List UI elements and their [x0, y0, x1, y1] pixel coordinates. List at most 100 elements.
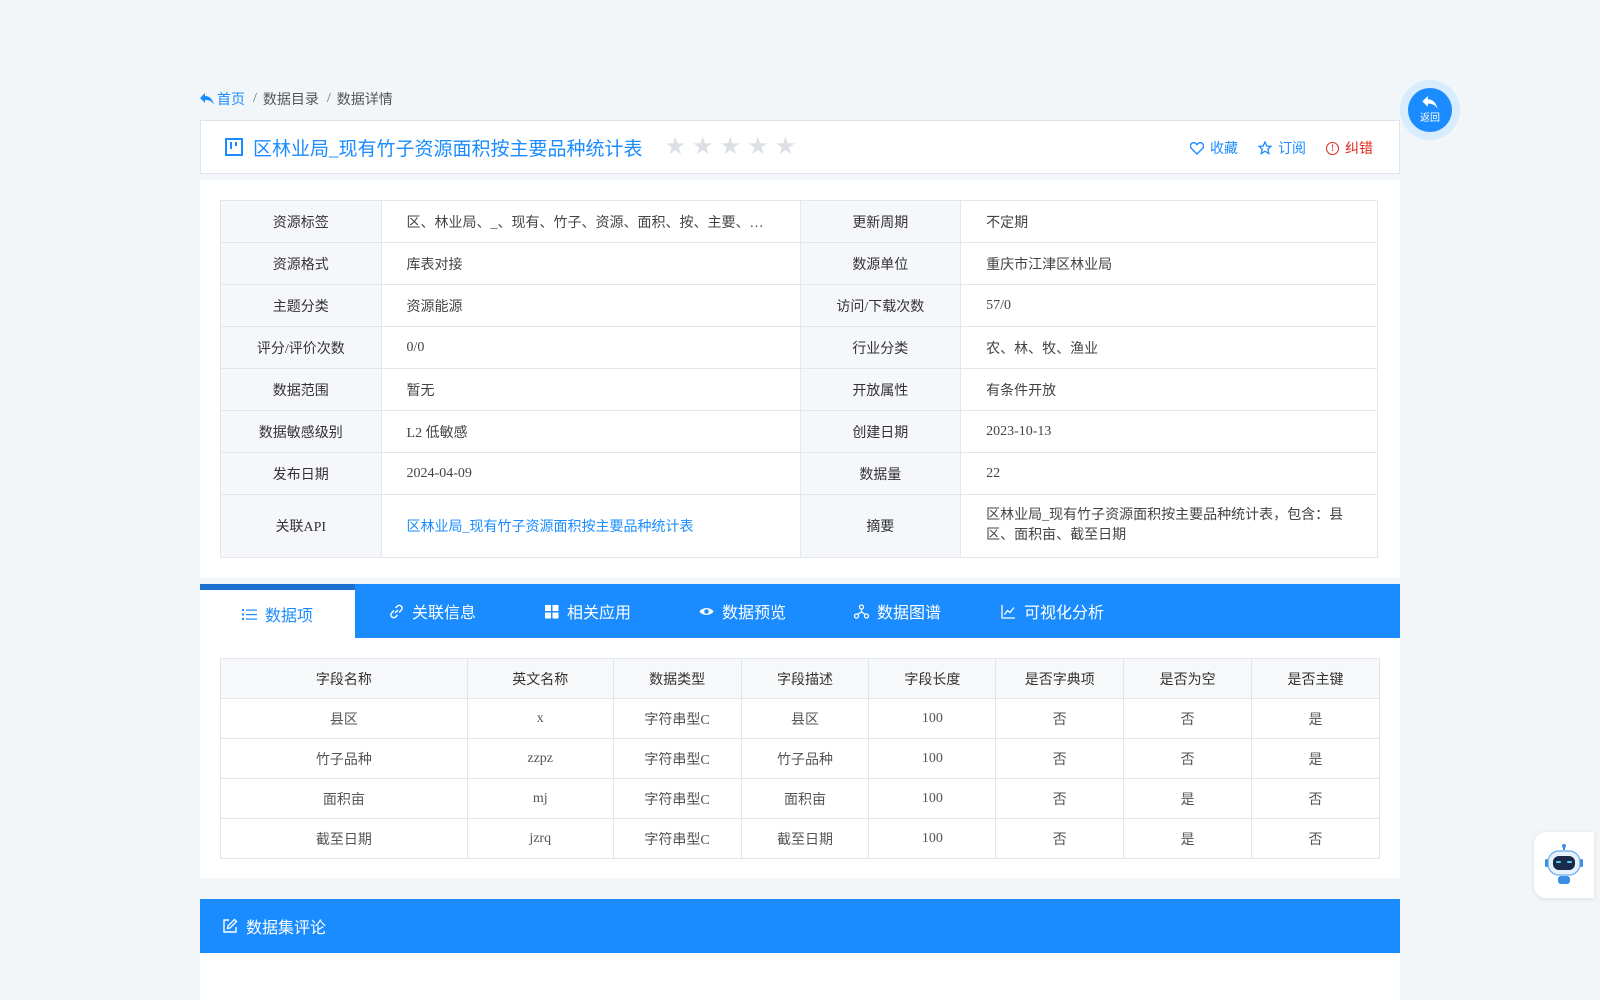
column-header: 是否字典项: [995, 658, 1125, 699]
tab-related-info[interactable]: 关联信息: [355, 584, 510, 638]
assistant-button[interactable]: [1534, 832, 1594, 898]
report-error-button[interactable]: ! 纠错: [1326, 138, 1373, 158]
info-label: 行业分类: [799, 326, 962, 369]
info-value: 不定期: [960, 200, 1378, 243]
table-cell: 否: [1123, 738, 1253, 779]
tab-data-preview[interactable]: 数据预览: [665, 584, 820, 638]
info-row: 资源标签 区、林业局、_、现有、竹子、资源、面积、按、主要、品种、统计表 更新周…: [220, 200, 1378, 243]
star-icon[interactable]: ★: [747, 135, 769, 159]
table-cell: 字符串型C: [612, 778, 742, 819]
rating-stars[interactable]: ★ ★ ★ ★ ★: [665, 135, 797, 159]
table-cell: 100: [868, 818, 997, 859]
star-icon[interactable]: ★: [692, 135, 714, 159]
table-cell: 截至日期: [740, 818, 870, 859]
table-cell: 100: [868, 738, 997, 779]
table-cell: 是: [1251, 698, 1380, 739]
info-row: 资源格式 库表对接 数源单位 重庆市江津区林业局: [220, 242, 1378, 285]
info-value: 库表对接: [380, 242, 801, 285]
grid-icon: [225, 138, 243, 156]
back-button-label: 返回: [1420, 113, 1440, 124]
info-value: 有条件开放: [960, 368, 1378, 411]
back-button[interactable]: 返回: [1400, 80, 1460, 140]
star-icon[interactable]: ★: [720, 135, 742, 159]
info-table: 资源标签 区、林业局、_、现有、竹子、资源、面积、按、主要、品种、统计表 更新周…: [220, 200, 1378, 558]
tab-data-items[interactable]: 数据项: [200, 584, 355, 638]
table-cell: 否: [1123, 698, 1253, 739]
comments-title: 数据集评论: [246, 920, 327, 937]
subscribe-label: 订阅: [1278, 142, 1306, 157]
reply-icon: [1422, 96, 1438, 109]
alert-icon: !: [1326, 141, 1339, 155]
info-label: 更新周期: [799, 200, 962, 243]
related-api-link[interactable]: 区林业局_现有竹子资源面积按主要品种统计表: [407, 520, 694, 535]
info-label: 资源格式: [220, 242, 382, 285]
graph-icon: [853, 603, 869, 619]
tab-bar: 数据项 关联信息 相关应用 数据预览 数据图谱 可视化分析: [200, 584, 1400, 638]
tab-visual-analysis[interactable]: 可视化分析: [975, 584, 1130, 638]
breadcrumb-item-detail: 数据详情: [336, 93, 393, 108]
info-label: 访问/下载次数: [799, 284, 962, 327]
title-bar: 区林业局_现有竹子资源面积按主要品种统计表 ★ ★ ★ ★ ★ 收藏 订阅 ! …: [200, 120, 1400, 174]
comments-body: [200, 953, 1400, 1000]
info-row: 数据范围 暂无 开放属性 有条件开放: [220, 368, 1378, 411]
column-header: 英文名称: [466, 658, 614, 699]
table-cell: x: [466, 698, 614, 739]
table-cell: zzpz: [466, 738, 614, 779]
info-value: 2023-10-13: [960, 410, 1378, 453]
column-header: 是否主键: [1251, 658, 1380, 699]
edit-icon: [223, 918, 238, 933]
fields-table: 字段名称 英文名称 数据类型 字段描述 字段长度 是否字典项 是否为空 是否主键…: [220, 658, 1380, 859]
report-error-label: 纠错: [1345, 142, 1373, 157]
column-header: 字段长度: [868, 658, 997, 699]
breadcrumb: 首页 / 数据目录 / 数据详情: [200, 89, 393, 109]
tab-label: 数据项: [264, 608, 313, 625]
subscribe-button[interactable]: 订阅: [1258, 138, 1306, 158]
tab-label: 可视化分析: [1023, 605, 1104, 622]
tab-related-apps[interactable]: 相关应用: [510, 584, 665, 638]
tab-label: 数据图谱: [876, 605, 941, 622]
star-icon[interactable]: ★: [665, 135, 687, 159]
info-label: 开放属性: [799, 368, 962, 411]
info-value: L2 低敏感: [380, 410, 801, 453]
table-cell: 字符串型C: [612, 738, 742, 779]
info-label: 关联API: [220, 494, 382, 558]
info-label: 发布日期: [220, 452, 382, 495]
info-label: 数据量: [799, 452, 962, 495]
info-row: 关联API 区林业局_现有竹子资源面积按主要品种统计表 摘要 区林业局_现有竹子…: [220, 494, 1378, 558]
tab-label: 关联信息: [411, 605, 476, 622]
table-cell: 100: [868, 778, 997, 819]
table-cell: 字符串型C: [612, 818, 742, 859]
info-row: 发布日期 2024-04-09 数据量 22: [220, 452, 1378, 495]
star-icon: [1258, 141, 1272, 155]
info-row: 数据敏感级别 L2 低敏感 创建日期 2023-10-13: [220, 410, 1378, 453]
table-cell: 否: [995, 818, 1125, 859]
info-label: 资源标签: [220, 200, 382, 243]
table-cell: 面积亩: [220, 778, 468, 819]
apps-icon: [544, 604, 559, 618]
favorite-button[interactable]: 收藏: [1190, 138, 1238, 158]
robot-icon: [1545, 844, 1583, 884]
table-cell: 是: [1123, 818, 1253, 859]
table-cell: 县区: [740, 698, 870, 739]
reply-icon: [200, 93, 214, 105]
info-label: 创建日期: [799, 410, 962, 453]
chart-icon: [1001, 604, 1015, 619]
table-row: 面积亩 mj 字符串型C 面积亩 100 否 是 否: [220, 778, 1380, 819]
table-cell: mj: [466, 778, 614, 819]
info-value: 区林业局_现有竹子资源面积按主要品种统计表: [380, 494, 801, 558]
info-value: 重庆市江津区林业局: [960, 242, 1378, 285]
breadcrumb-item-catalog[interactable]: 数据目录: [263, 89, 319, 109]
tab-label: 数据预览: [721, 605, 786, 622]
column-header: 字段名称: [220, 658, 468, 699]
table-cell: 截至日期: [220, 818, 468, 859]
column-header: 字段描述: [740, 658, 870, 699]
star-icon[interactable]: ★: [775, 135, 797, 159]
eye-icon: [699, 607, 714, 615]
tab-data-graph[interactable]: 数据图谱: [820, 584, 975, 638]
breadcrumb-home[interactable]: 首页: [200, 89, 245, 109]
info-value: 资源能源: [380, 284, 801, 327]
fields-panel: 字段名称 英文名称 数据类型 字段描述 字段长度 是否字典项 是否为空 是否主键…: [200, 638, 1400, 878]
info-value: 2024-04-09: [380, 452, 801, 495]
page-title: 区林业局_现有竹子资源面积按主要品种统计表: [253, 138, 643, 160]
table-row: 截至日期 jzrq 字符串型C 截至日期 100 否 是 否: [220, 818, 1380, 859]
